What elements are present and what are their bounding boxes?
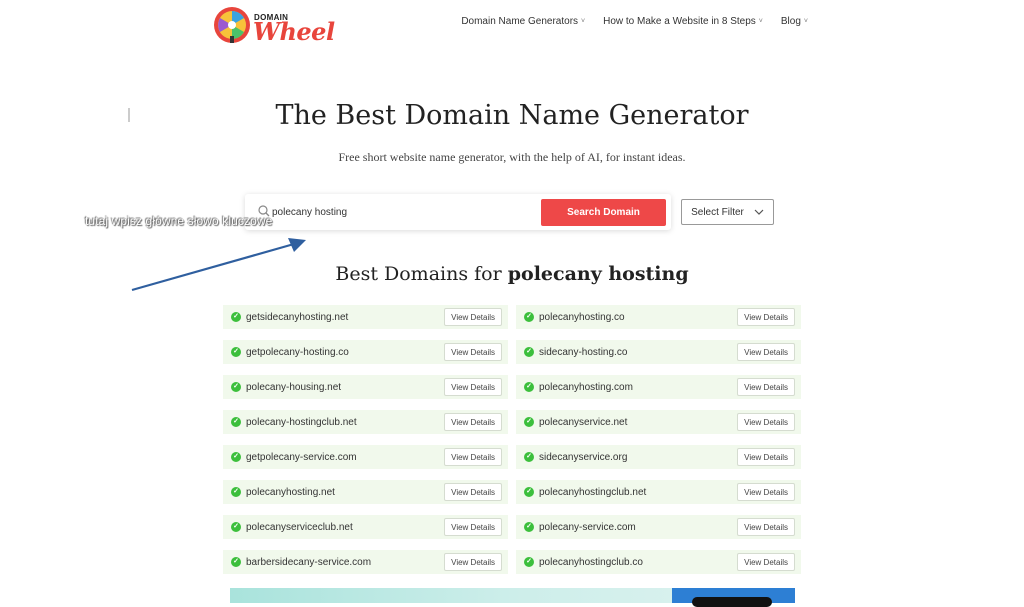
domain-result-row[interactable]: ✓ polecanyserviceclub.net View Details [223,515,508,539]
domain-name: getsidecanyhosting.net [246,311,349,323]
domain-result-row[interactable]: ✓ barbersidecany-service.com View Details [223,550,508,574]
check-circle-icon: ✓ [524,522,534,532]
view-details-button[interactable]: View Details [737,518,795,536]
page-title: The Best Domain Name Generator [275,100,749,131]
domain-result-row[interactable]: ✓ getsidecanyhosting.net View Details [223,305,508,329]
check-circle-icon: ✓ [231,452,241,462]
view-details-button[interactable]: View Details [444,553,502,571]
domain-result-row[interactable]: ✓ polecanyhostingclub.net View Details [516,480,801,504]
check-circle-icon: ✓ [231,522,241,532]
domain-result-row[interactable]: ✓ polecanyhosting.net View Details [223,480,508,504]
check-circle-icon: ✓ [524,452,534,462]
domain-name: polecany-hostingclub.net [246,416,357,428]
domain-result-row[interactable]: ✓ getpolecany-hosting.co View Details [223,340,508,364]
logo[interactable]: DOMAIN Wheel [213,6,335,48]
domain-result-row[interactable]: ✓ sidecany-hosting.co View Details [516,340,801,364]
domain-result-row[interactable]: ✓ polecanyhosting.co View Details [516,305,801,329]
chevron-down-icon: ˅ [803,18,808,25]
promo-banner-button[interactable] [692,597,772,607]
view-details-button[interactable]: View Details [444,308,502,326]
nav-blog[interactable]: Blog ˅ [781,16,808,27]
check-circle-icon: ✓ [231,382,241,392]
results-heading: Best Domains for polecany hosting [0,263,1024,285]
domain-name: polecanyhostingclub.co [539,556,643,568]
domain-name: polecanyhosting.com [539,381,633,393]
view-details-button[interactable]: View Details [737,553,795,571]
check-circle-icon: ✓ [524,347,534,357]
domain-result-row[interactable]: ✓ polecanyservice.net View Details [516,410,801,434]
nav-make-website[interactable]: How to Make a Website in 8 Steps ˅ [603,16,763,27]
view-details-button[interactable]: View Details [737,413,795,431]
chevron-down-icon [754,209,764,215]
nav-label: Blog [780,16,801,27]
search-domain-button[interactable]: Search Domain [541,199,666,226]
domain-result-row[interactable]: ✓ getpolecany-service.com View Details [223,445,508,469]
view-details-button[interactable]: View Details [444,413,502,431]
chevron-down-icon: ˅ [758,18,763,25]
domain-name: sidecany-hosting.co [539,346,628,358]
view-details-button[interactable]: View Details [737,448,795,466]
domain-name: getpolecany-service.com [246,451,357,463]
results-heading-prefix: Best Domains for [335,263,502,285]
results-grid: ✓ getsidecanyhosting.net View Details ✓ pole… [223,305,801,574]
view-details-button[interactable]: View Details [444,343,502,361]
nav-domain-name-generators[interactable]: Domain Name Generators ˅ [461,16,585,27]
domain-result-row[interactable]: ✓ polecany-hostingclub.net View Details [223,410,508,434]
domain-result-row[interactable]: ✓ polecanyhosting.com View Details [516,375,801,399]
view-details-button[interactable]: View Details [444,518,502,536]
chevron-down-icon: ˅ [581,18,586,25]
check-circle-icon: ✓ [524,417,534,427]
results-heading-keyword: polecany hosting [507,263,689,285]
domain-name: polecanyhosting.co [539,311,625,323]
check-circle-icon: ✓ [231,347,241,357]
main-nav: Domain Name Generators ˅ How to Make a W… [461,16,808,27]
check-circle-icon: ✓ [231,557,241,567]
check-circle-icon: ✓ [231,312,241,322]
domain-result-row[interactable]: ✓ polecany-housing.net View Details [223,375,508,399]
check-circle-icon: ✓ [231,417,241,427]
view-details-button[interactable]: View Details [737,308,795,326]
select-filter-button[interactable]: Select Filter [681,199,774,225]
view-details-button[interactable]: View Details [737,483,795,501]
page-subtitle: Free short website name generator, with … [338,150,686,164]
domain-result-row[interactable]: ✓ sidecanyservice.org View Details [516,445,801,469]
logo-wheel-text: Wheel [253,17,335,46]
view-details-button[interactable]: View Details [444,448,502,466]
filter-label: Select Filter [691,206,744,218]
domain-result-row[interactable]: ✓ polecanyhostingclub.co View Details [516,550,801,574]
view-details-button[interactable]: View Details [444,483,502,501]
domain-name: polecanyhosting.net [246,486,335,498]
domain-name: polecany-service.com [539,521,636,533]
view-details-button[interactable]: View Details [737,378,795,396]
check-circle-icon: ✓ [524,557,534,567]
domain-name: sidecanyservice.org [539,451,628,463]
annotation-text: tutaj wpisz główne słowo kluczowe [85,214,273,228]
check-circle-icon: ✓ [524,312,534,322]
wheel-logo-icon [214,7,250,43]
domain-name: getpolecany-hosting.co [246,346,349,358]
domain-result-row[interactable]: ✓ polecany-service.com View Details [516,515,801,539]
domain-name: barbersidecany-service.com [246,556,372,568]
check-circle-icon: ✓ [524,487,534,497]
domain-name: polecany-housing.net [246,381,342,393]
view-details-button[interactable]: View Details [737,343,795,361]
nav-label: How to Make a Website in 8 Steps [603,16,756,27]
search-input[interactable] [272,200,527,224]
domain-name: polecanyserviceclub.net [246,521,353,533]
check-circle-icon: ✓ [524,382,534,392]
domain-name: polecanyservice.net [539,416,628,428]
nav-label: Domain Name Generators [461,16,579,27]
domain-name: polecanyhostingclub.net [539,486,647,498]
view-details-button[interactable]: View Details [444,378,502,396]
check-circle-icon: ✓ [231,487,241,497]
